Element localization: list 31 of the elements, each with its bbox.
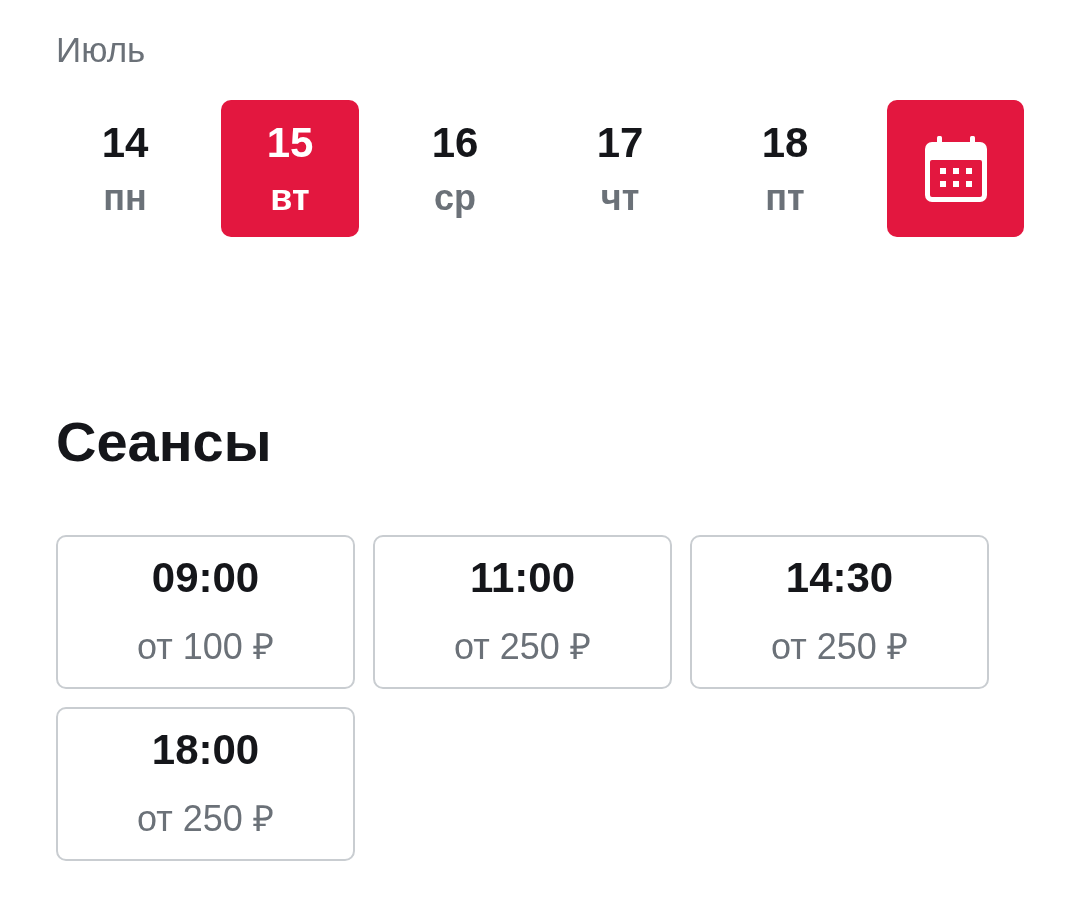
weekday-label: пн [103, 176, 147, 220]
session-time: 09:00 [151, 554, 260, 602]
calendar-icon [924, 135, 987, 202]
month-label: Июль [56, 29, 147, 71]
calendar-button[interactable] [887, 100, 1024, 237]
sessions-heading: Сеансы [56, 410, 273, 474]
session-button[interactable]: 09:00 от 100 ₽ [56, 535, 355, 689]
day-number: 17 [596, 119, 644, 167]
day-number: 14 [101, 119, 149, 167]
day-tab[interactable]: 14 пн [56, 100, 194, 237]
day-tab[interactable]: 15 вт [221, 100, 359, 237]
day-tab[interactable]: 17 чт [551, 100, 689, 237]
weekday-label: вт [270, 176, 310, 220]
day-tab[interactable]: 16 ср [386, 100, 524, 237]
session-price: от 250 ₽ [137, 797, 274, 841]
session-button[interactable]: 11:00 от 250 ₽ [373, 535, 672, 689]
session-price: от 100 ₽ [137, 625, 274, 669]
weekday-label: ср [434, 176, 476, 220]
day-number: 18 [761, 119, 809, 167]
session-price: от 250 ₽ [454, 625, 591, 669]
session-button[interactable]: 18:00 от 250 ₽ [56, 707, 355, 861]
day-tab[interactable]: 18 пт [716, 100, 854, 237]
weekday-label: пт [765, 176, 805, 220]
session-price: от 250 ₽ [771, 625, 908, 669]
day-number: 16 [431, 119, 479, 167]
session-time: 14:30 [785, 554, 894, 602]
session-button[interactable]: 14:30 от 250 ₽ [690, 535, 989, 689]
weekday-label: чт [600, 176, 640, 220]
session-time: 18:00 [151, 726, 260, 774]
session-time: 11:00 [469, 554, 576, 602]
day-number: 15 [266, 119, 314, 167]
